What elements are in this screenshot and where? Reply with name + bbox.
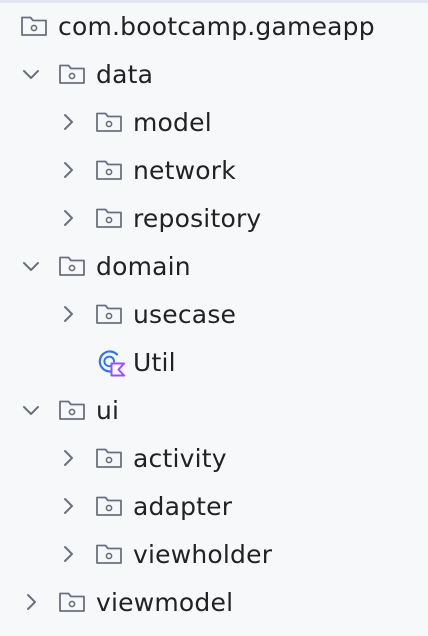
tree-item-viewholder[interactable]: viewholder [0, 530, 428, 578]
tree-item-network[interactable]: network [0, 146, 428, 194]
tree-item-repository[interactable]: repository [0, 194, 428, 242]
package-folder-icon [58, 61, 88, 87]
tree-item-label: domain [96, 251, 191, 281]
tree-item-ui[interactable]: ui [0, 386, 428, 434]
tree-item-label: adapter [133, 491, 233, 521]
chevron-down-icon[interactable] [20, 399, 42, 421]
chevron-down-icon[interactable] [20, 255, 42, 277]
chevron-right-icon[interactable] [57, 447, 79, 469]
tree-item-data[interactable]: data [0, 50, 428, 98]
kotlin-class-icon [95, 349, 125, 377]
chevron-right-icon[interactable] [57, 543, 79, 565]
tree-item-root[interactable]: com.bootcamp.gameapp [0, 2, 428, 50]
tree-item-label: model [133, 107, 212, 137]
chevron-down-icon[interactable] [20, 63, 42, 85]
tree-item-label: Util [133, 347, 176, 377]
tree-item-label: repository [133, 203, 262, 233]
tree-item-adapter[interactable]: adapter [0, 482, 428, 530]
package-folder-icon [95, 109, 125, 135]
tree-item-usecase[interactable]: usecase [0, 290, 428, 338]
package-folder-icon [95, 157, 125, 183]
chevron-right-icon[interactable] [57, 111, 79, 133]
package-folder-icon [58, 253, 88, 279]
tree-item-label: data [96, 59, 154, 89]
tree-item-label: usecase [133, 299, 237, 329]
tree-item-label: com.bootcamp.gameapp [58, 11, 375, 41]
package-folder-icon [95, 205, 125, 231]
tree-item-label: viewholder [133, 539, 273, 569]
package-folder-icon [95, 541, 125, 567]
tree-item-label: activity [133, 443, 227, 473]
tree-item-viewmodel[interactable]: viewmodel [0, 578, 428, 626]
package-folder-icon [95, 301, 125, 327]
tree-item-model[interactable]: model [0, 98, 428, 146]
package-folder-icon [58, 397, 88, 423]
chevron-right-icon[interactable] [57, 303, 79, 325]
tree-item-activity[interactable]: activity [0, 434, 428, 482]
tree-item-label: network [133, 155, 236, 185]
chevron-right-icon[interactable] [57, 159, 79, 181]
chevron-right-icon[interactable] [57, 207, 79, 229]
tree-item-label: viewmodel [96, 587, 234, 617]
chevron-right-icon[interactable] [57, 495, 79, 517]
project-tree: com.bootcamp.gameapp data model network [0, 2, 428, 626]
tree-item-util[interactable]: Util [0, 338, 428, 386]
package-folder-icon [95, 445, 125, 471]
package-folder-icon [95, 493, 125, 519]
chevron-right-icon[interactable] [20, 591, 42, 613]
tree-item-domain[interactable]: domain [0, 242, 428, 290]
package-folder-icon [20, 13, 50, 39]
tree-item-label: ui [96, 395, 120, 425]
package-folder-icon [58, 589, 88, 615]
